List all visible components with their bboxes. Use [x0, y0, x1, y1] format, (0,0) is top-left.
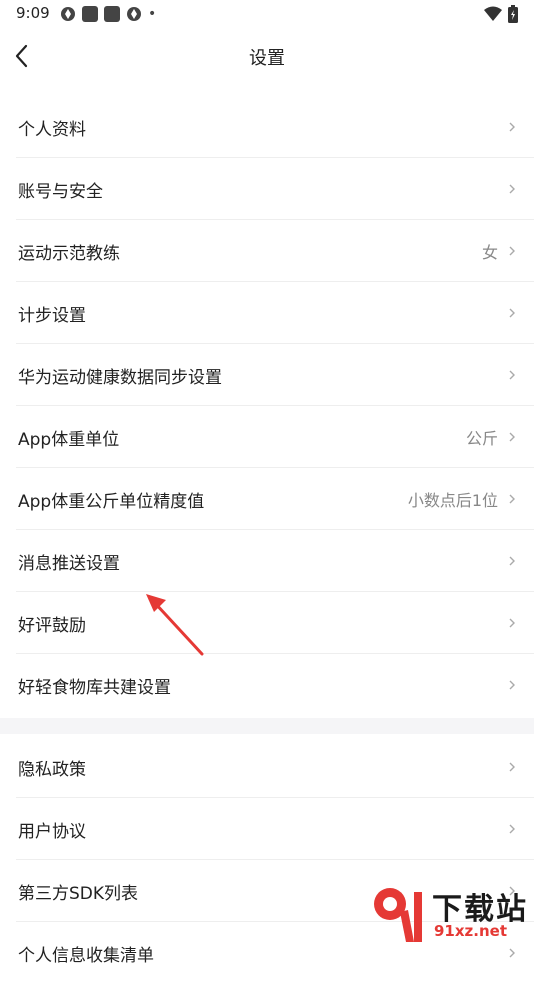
row-value: 小数点后1位 — [407, 491, 498, 510]
settings-row-demo-coach[interactable]: 运动示范教练 女 — [0, 220, 534, 282]
app-notification-icon — [127, 7, 141, 21]
row-label: 第三方SDK列表 — [18, 883, 139, 904]
row-label: 个人资料 — [18, 119, 86, 140]
chevron-right-icon — [509, 494, 515, 504]
row-label: 账号与安全 — [18, 181, 103, 202]
notification-icons: • — [60, 6, 156, 22]
more-notifications-dot: • — [148, 6, 157, 22]
row-label: 隐私政策 — [18, 759, 86, 780]
settings-row-push-notifications[interactable]: 消息推送设置 — [0, 530, 534, 592]
status-bar: 9:09 • — [0, 0, 534, 28]
settings-row-weight-unit[interactable]: App体重单位 公斤 — [0, 406, 534, 468]
row-label: 华为运动健康数据同步设置 — [18, 367, 222, 388]
settings-row-step-counter[interactable]: 计步设置 — [0, 282, 534, 344]
row-label: App体重公斤单位精度值 — [18, 491, 205, 512]
settings-row-rate-app[interactable]: 好评鼓励 — [0, 592, 534, 654]
row-value: 女 — [481, 243, 498, 262]
chevron-right-icon — [509, 556, 515, 566]
chevron-right-icon — [509, 680, 515, 690]
row-label: 用户协议 — [18, 821, 86, 842]
settings-row-privacy-policy[interactable]: 隐私政策 — [0, 736, 534, 798]
settings-row-weight-precision[interactable]: App体重公斤单位精度值 小数点后1位 — [0, 468, 534, 530]
settings-row-food-library[interactable]: 好轻食物库共建设置 — [0, 654, 534, 716]
settings-row-huawei-sync[interactable]: 华为运动健康数据同步设置 — [0, 344, 534, 406]
settings-row-account-security[interactable]: 账号与安全 — [0, 158, 534, 220]
chevron-right-icon — [509, 246, 515, 256]
row-label: 运动示范教练 — [18, 243, 120, 264]
row-label: 好评鼓励 — [18, 615, 86, 636]
row-label: 个人信息收集清单 — [18, 945, 154, 966]
section-separator — [0, 718, 534, 734]
system-icons — [484, 5, 518, 23]
settings-row-profile[interactable]: 个人资料 — [0, 96, 534, 158]
settings-group-main: 个人资料 账号与安全 运动示范教练 女 计步设置 华为运动健康数据同步设置 Ap… — [0, 96, 534, 716]
watermark-logo-icon — [374, 888, 422, 942]
row-label: 好轻食物库共建设置 — [18, 677, 171, 698]
watermark-url: 91xz.net — [434, 922, 508, 940]
row-value: 公斤 — [465, 429, 498, 448]
status-time: 9:09 — [16, 4, 50, 22]
chevron-right-icon — [509, 122, 515, 132]
app-notification-icon — [104, 6, 120, 22]
row-label: 消息推送设置 — [18, 553, 120, 574]
chevron-right-icon — [509, 184, 515, 194]
nav-bar: 设置 — [0, 28, 534, 84]
chevron-right-icon — [509, 432, 515, 442]
wifi-icon — [484, 6, 502, 21]
chevron-right-icon — [509, 762, 515, 772]
chevron-right-icon — [509, 618, 515, 628]
chevron-right-icon — [509, 370, 515, 380]
row-label: 计步设置 — [18, 305, 86, 326]
watermark: 下载站 91xz.net — [362, 878, 534, 950]
chevron-right-icon — [509, 308, 515, 318]
page-title: 设置 — [249, 48, 285, 69]
battery-icon — [508, 5, 518, 23]
settings-row-user-agreement[interactable]: 用户协议 — [0, 798, 534, 860]
chevron-right-icon — [509, 824, 515, 834]
app-notification-icon — [61, 7, 75, 21]
app-notification-icon — [82, 6, 98, 22]
row-label: App体重单位 — [18, 429, 120, 450]
annotation-arrow-icon — [146, 594, 204, 656]
